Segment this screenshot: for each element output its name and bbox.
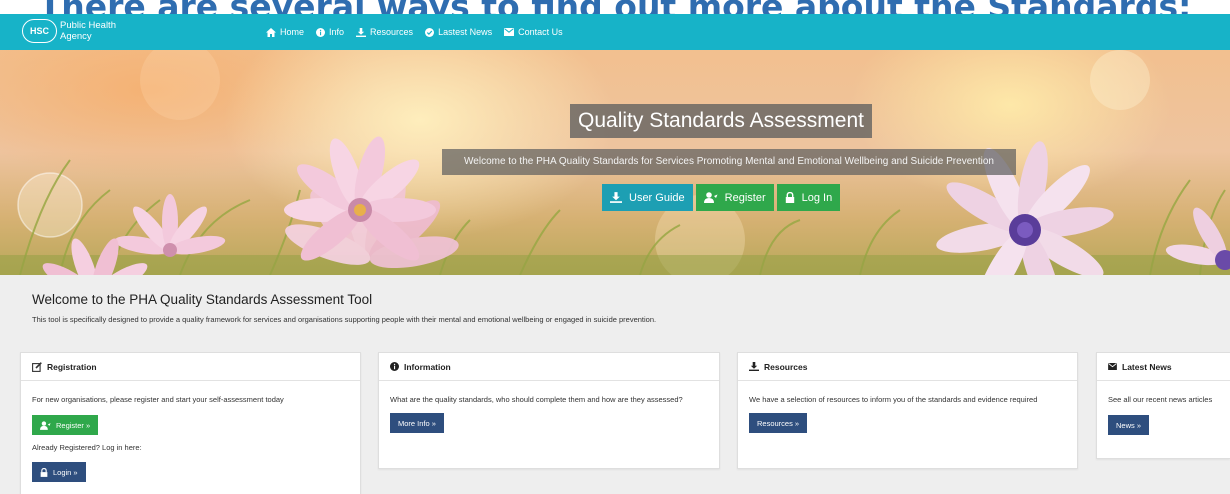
latest-news-card-body: See all our recent news articles News » [1097, 381, 1230, 435]
latest-news-card: Latest News See all our recent news arti… [1096, 352, 1230, 459]
nav-info-label: Info [329, 27, 345, 37]
more-info-button[interactable]: More Info » [390, 413, 444, 433]
brand-logo-link[interactable]: HSC Public Health Agency [22, 19, 116, 43]
user-plus-icon [703, 192, 718, 203]
lock-icon [40, 467, 48, 477]
latest-news-card-text: See all our recent news articles [1108, 395, 1213, 404]
home-icon [266, 27, 276, 37]
envelope-icon [1108, 363, 1117, 370]
nav-links: Home Info Resources Lastest News Contact… [266, 14, 575, 50]
hero-buttons: User Guide Register Log In [602, 184, 843, 211]
latest-news-card-header: Latest News [1097, 353, 1230, 381]
information-card-header: Information [379, 353, 719, 381]
download-icon [356, 27, 367, 37]
registration-card-title: Registration [47, 361, 97, 372]
news-button-label: News » [1116, 420, 1142, 430]
latest-news-card-title: Latest News [1122, 361, 1172, 372]
brand-line-2: Agency [60, 31, 92, 42]
resources-card-text: We have a selection of resources to info… [749, 395, 1038, 404]
welcome-heading: Welcome to the PHA Quality Standards Ass… [32, 292, 373, 307]
nav-resources[interactable]: Resources [356, 27, 413, 37]
nav-resources-label: Resources [370, 27, 414, 37]
nav-contact-us-label: Contact Us [518, 27, 563, 37]
resources-button[interactable]: Resources » [749, 413, 808, 433]
hero-title: Quality Standards Assessment [570, 104, 872, 138]
card-login-label: Login » [53, 467, 78, 477]
welcome-description: This tool is specifically designed to pr… [32, 315, 657, 324]
edit-icon [32, 361, 42, 372]
resources-card-body: We have a selection of resources to info… [738, 381, 1077, 433]
top-navbar: HSC Public Health Agency Home Info Resou… [0, 14, 1230, 50]
nav-home[interactable]: Home [266, 27, 304, 37]
resources-card-title: Resources [764, 361, 808, 372]
main-content: Welcome to the PHA Quality Standards Ass… [0, 275, 1230, 494]
card-register-label: Register » [56, 420, 91, 430]
registration-card: Registration For new organisations, plea… [20, 352, 361, 494]
lock-icon [785, 192, 794, 203]
hero-subtitle: Welcome to the PHA Quality Standards for… [442, 149, 1016, 175]
envelope-icon [504, 28, 515, 36]
user-guide-button[interactable]: User Guide [602, 184, 693, 211]
login-prompt: Already Registered? Log in here: [32, 443, 142, 452]
download-icon [749, 362, 759, 371]
user-guide-label: User Guide [629, 191, 685, 204]
more-info-label: More Info » [398, 418, 436, 428]
hsc-logo: HSC [22, 19, 57, 43]
brand-text: Public Health Agency [60, 20, 116, 42]
information-card: Information What are the quality standar… [378, 352, 720, 469]
hero-register-label: Register [724, 191, 766, 204]
user-plus-icon [40, 420, 51, 430]
nav-contact-us[interactable]: Contact Us [504, 27, 563, 37]
hero-register-button[interactable]: Register [695, 184, 774, 211]
registration-card-header: Registration [21, 353, 360, 381]
card-register-button[interactable]: Register » [32, 415, 99, 435]
card-login-button[interactable]: Login » [32, 462, 86, 482]
registration-card-text: For new organisations, please register a… [32, 395, 284, 404]
news-button[interactable]: News » [1108, 415, 1150, 435]
download-icon [610, 192, 622, 203]
information-card-body: What are the quality standards, who shou… [379, 381, 719, 433]
nav-latest-news[interactable]: Lastest News [425, 27, 492, 37]
resources-card: Resources We have a selection of resourc… [737, 352, 1078, 469]
check-circle-icon [425, 27, 435, 37]
information-card-text: What are the quality standards, who shou… [390, 395, 683, 404]
hero-login-label: Log In [801, 191, 833, 204]
resources-card-header: Resources [738, 353, 1077, 381]
brand-line-1: Public Health [60, 20, 116, 31]
resources-button-label: Resources » [757, 418, 800, 428]
info-icon [390, 362, 399, 371]
hero-banner: Quality Standards Assessment Welcome to … [0, 50, 1230, 275]
nav-latest-news-label: Lastest News [438, 27, 493, 37]
registration-card-body: For new organisations, please register a… [21, 381, 360, 482]
nav-info[interactable]: Info [316, 27, 344, 37]
hero-login-button[interactable]: Log In [776, 184, 841, 211]
info-icon [316, 27, 326, 37]
nav-home-label: Home [280, 27, 305, 37]
information-card-title: Information [404, 361, 451, 372]
